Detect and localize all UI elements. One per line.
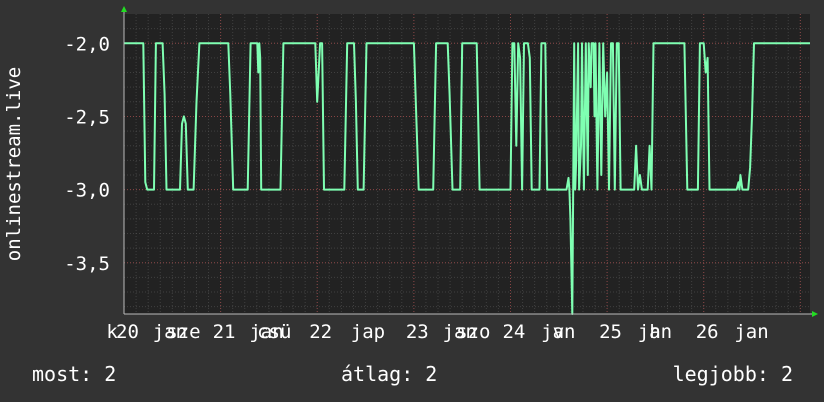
y-tick-label: -2,0 bbox=[64, 33, 110, 55]
x-tick-label: 23 bbox=[406, 321, 429, 343]
x-tick-label: 20 bbox=[116, 321, 139, 343]
x-tick-label: sze bbox=[166, 321, 200, 343]
stat-average: átlag: 2 bbox=[341, 362, 438, 386]
x-tick-label: csü bbox=[257, 321, 291, 343]
y-axis-arrow-icon bbox=[121, 6, 127, 12]
x-tick-label: 25 bbox=[599, 321, 622, 343]
x-tick-labels: k20 jansze 21 jancsü 22 jap 23 janszo 24 janv 25 ja… bbox=[106, 321, 768, 343]
y-tick-labels: -2,0 -2,5 -3,0 -3,5 bbox=[64, 33, 110, 275]
y-axis-label: onlinestream.live bbox=[3, 67, 25, 261]
x-tick-label: 24 bbox=[502, 321, 525, 343]
x-tick-label: 21 bbox=[213, 321, 236, 343]
x-axis-arrow-icon bbox=[812, 311, 818, 317]
x-tick-label: h bbox=[649, 321, 660, 343]
chart: -2,0-2,5-3,0-3,5 k20 jansze 21 jancsü 22 jap 2… bbox=[3, 6, 818, 343]
x-tick-label: jan bbox=[734, 321, 768, 343]
x-tick-label: v bbox=[553, 321, 564, 343]
stat-now: most: 2 bbox=[32, 362, 117, 386]
stat-max: legjobb: 2 bbox=[672, 362, 793, 386]
x-tick-label: jap bbox=[351, 321, 385, 343]
x-tick-label: 22 bbox=[309, 321, 332, 343]
y-tick-label: -3,0 bbox=[64, 180, 110, 202]
x-tick-label: 26 bbox=[696, 321, 719, 343]
x-tick-label: szo bbox=[456, 321, 490, 343]
y-tick-label: -2,5 bbox=[64, 106, 110, 128]
y-tick-label: -3,5 bbox=[64, 253, 110, 275]
